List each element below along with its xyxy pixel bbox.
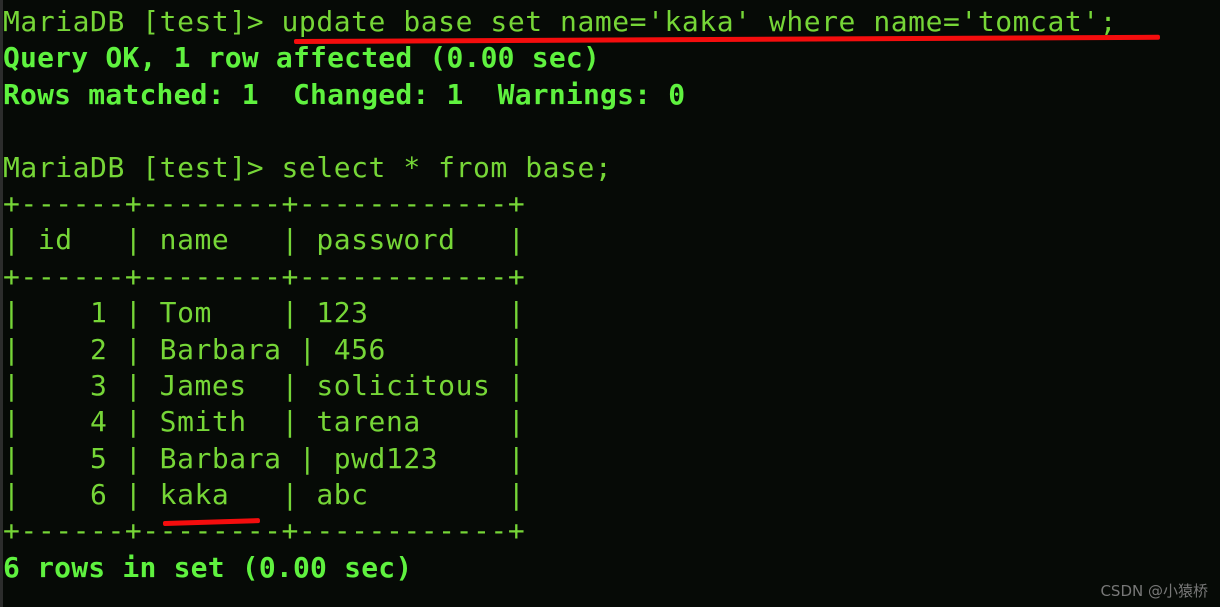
result-table-top-border: +------+--------+------------+ xyxy=(3,186,526,220)
result-table-row: | 3 | James | solicitous | xyxy=(3,368,526,402)
terminal-line-rows-in-set: 6 rows in set (0.00 sec) xyxy=(3,550,413,584)
terminal-line-query-ok: Query OK, 1 row affected (0.00 sec) xyxy=(3,41,601,75)
terminal-window[interactable]: MariaDB [test]> update base set name='ka… xyxy=(0,0,1220,607)
csdn-watermark: CSDN @小猿桥 xyxy=(1100,582,1208,600)
terminal-line-command-select: MariaDB [test]> select * from base; xyxy=(3,150,613,184)
result-table-row: | 1 | Tom | 123 | xyxy=(3,296,526,330)
result-table-header-separator: +------+--------+------------+ xyxy=(3,259,526,293)
result-table-row: | 4 | Smith | tarena | xyxy=(3,405,526,439)
result-table-row: | 2 | Barbara | 456 | xyxy=(3,332,526,366)
result-table-bottom-border: +------+--------+------------+ xyxy=(3,514,526,548)
result-table-row: | 5 | Barbara | pwd123 | xyxy=(3,441,526,475)
terminal-console-output: MariaDB [test]> update base set name='ka… xyxy=(0,0,1220,586)
result-table-row: | 6 | kaka | abc | xyxy=(3,478,526,512)
terminal-line-rows-matched: Rows matched: 1 Changed: 1 Warnings: 0 xyxy=(3,77,686,111)
result-table-header-row: | id | name | password | xyxy=(3,223,526,257)
